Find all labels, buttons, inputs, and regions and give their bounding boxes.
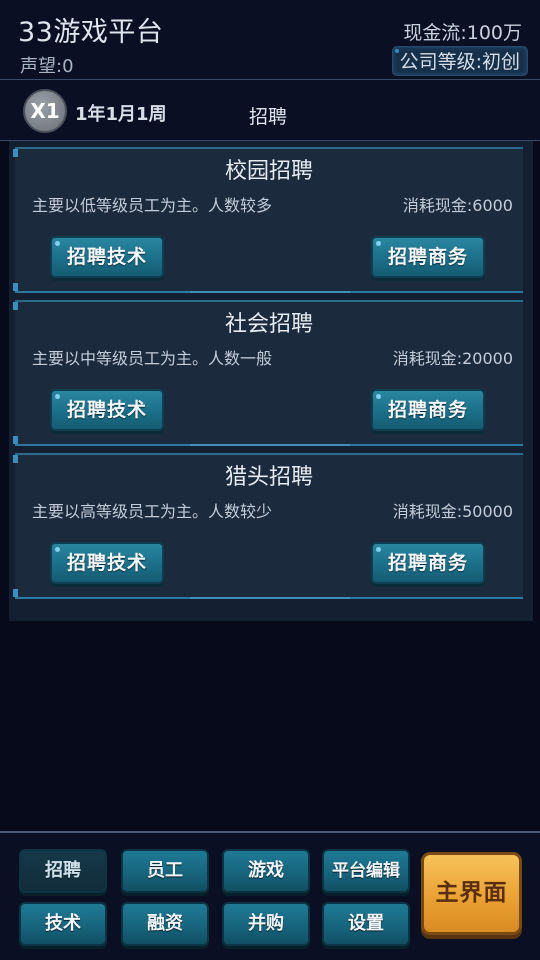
nav-recruit-button[interactable]: 招聘 bbox=[19, 849, 107, 893]
card-cost: 消耗现金:6000 bbox=[402, 196, 513, 215]
recruit-tech-button[interactable]: 招聘技术 bbox=[50, 542, 164, 584]
recruit-card-headhunter: 猎头招聘 主要以高等级员工为主。人数较少 消耗现金:50000 招聘技术 招聘商… bbox=[13, 453, 523, 599]
button-gem-icon bbox=[376, 547, 381, 552]
recruit-business-button[interactable]: 招聘商务 bbox=[371, 389, 485, 431]
main-menu-button[interactable]: 主界面 bbox=[421, 852, 522, 935]
top-header: 33游戏平台 声望:0 现金流:100万 公司等级:初创 bbox=[0, 0, 540, 80]
bottom-nav: 招聘 员工 游戏 平台编辑 技术 融资 并购 设置 主界面 bbox=[0, 831, 540, 960]
button-label: 招聘技术 bbox=[66, 552, 147, 574]
button-gem-icon bbox=[55, 394, 60, 399]
nav-settings-button[interactable]: 设置 bbox=[322, 902, 410, 946]
button-label: 招聘商务 bbox=[387, 246, 468, 268]
panel-title: 招聘 bbox=[249, 106, 288, 128]
button-gem-icon bbox=[55, 547, 60, 552]
recruit-business-button[interactable]: 招聘商务 bbox=[371, 236, 485, 278]
card-description: 主要以中等级员工为主。人数一般 bbox=[32, 349, 273, 368]
game-date: 1年1月1周 bbox=[75, 104, 167, 125]
button-gem-icon bbox=[376, 394, 381, 399]
game-speed-button[interactable]: X1 bbox=[23, 89, 67, 133]
status-bar: X1 1年1月1周 招聘 bbox=[0, 80, 540, 141]
recruit-tech-button[interactable]: 招聘技术 bbox=[50, 389, 164, 431]
nav-acquisition-button[interactable]: 并购 bbox=[222, 902, 310, 946]
nav-tech-button[interactable]: 技术 bbox=[19, 902, 107, 946]
button-label: 招聘技术 bbox=[66, 399, 147, 421]
nav-platform-edit-button[interactable]: 平台编辑 bbox=[322, 849, 410, 893]
recruit-business-button[interactable]: 招聘商务 bbox=[371, 542, 485, 584]
nav-games-button[interactable]: 游戏 bbox=[222, 849, 310, 893]
card-title: 社会招聘 bbox=[224, 312, 313, 337]
card-cost: 消耗现金:20000 bbox=[392, 349, 513, 368]
reputation-value: 声望:0 bbox=[20, 56, 74, 77]
company-level-badge: 公司等级:初创 bbox=[391, 46, 528, 76]
button-gem-icon bbox=[376, 241, 381, 246]
card-title: 猎头招聘 bbox=[224, 465, 313, 490]
recruit-card-social: 社会招聘 主要以中等级员工为主。人数一般 消耗现金:20000 招聘技术 招聘商… bbox=[13, 300, 523, 446]
card-description: 主要以低等级员工为主。人数较多 bbox=[32, 196, 273, 215]
button-label: 招聘技术 bbox=[66, 246, 147, 268]
recruit-tech-button[interactable]: 招聘技术 bbox=[50, 236, 164, 278]
card-divider bbox=[190, 291, 350, 293]
cashflow-value: 现金流:100万 bbox=[403, 22, 522, 44]
card-divider bbox=[190, 597, 350, 599]
app-title: 33游戏平台 bbox=[18, 17, 164, 48]
recruit-card-campus: 校园招聘 主要以低等级员工为主。人数较多 消耗现金:6000 招聘技术 招聘商务 bbox=[13, 147, 523, 293]
button-gem-icon bbox=[55, 241, 60, 246]
card-title: 校园招聘 bbox=[224, 159, 313, 184]
card-cost: 消耗现金:50000 bbox=[392, 502, 513, 521]
nav-financing-button[interactable]: 融资 bbox=[121, 902, 209, 946]
button-label: 招聘商务 bbox=[387, 399, 468, 421]
card-divider bbox=[190, 444, 350, 446]
button-label: 招聘商务 bbox=[387, 552, 468, 574]
nav-staff-button[interactable]: 员工 bbox=[121, 849, 209, 893]
card-description: 主要以高等级员工为主。人数较少 bbox=[32, 502, 273, 521]
recruit-panel: 校园招聘 主要以低等级员工为主。人数较多 消耗现金:6000 招聘技术 招聘商务… bbox=[9, 141, 533, 621]
